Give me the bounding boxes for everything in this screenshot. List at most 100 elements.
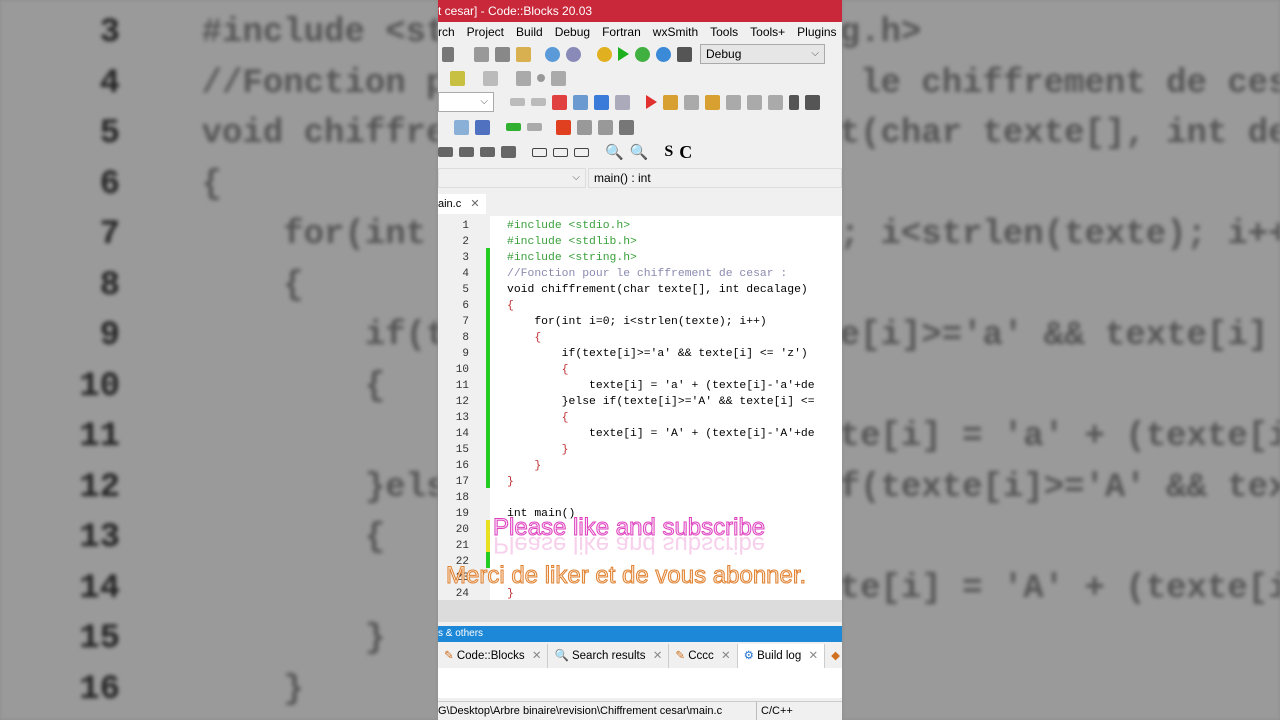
menu-item[interactable]: Fortran (602, 22, 641, 42)
layout-1-icon[interactable] (438, 147, 453, 157)
forward-icon[interactable] (527, 123, 542, 131)
bookmark-flag-icon[interactable] (556, 119, 571, 135)
build-run-icon[interactable] (635, 46, 650, 62)
panel-title: s & others (438, 628, 484, 639)
close-icon[interactable]: ✕ (470, 198, 479, 210)
editor-tab-main[interactable]: ain.c ✕ (438, 194, 486, 214)
run-icon[interactable] (618, 47, 629, 61)
line-number: 6 (462, 300, 469, 312)
line-number: 15 (455, 444, 469, 456)
line-number: 19 (455, 508, 469, 520)
menu-item[interactable]: Debug (555, 22, 590, 42)
menu-item[interactable]: Build (516, 22, 543, 42)
close-icon[interactable]: ✕ (721, 650, 731, 662)
zoom-search-icon[interactable] (454, 119, 469, 135)
paste-icon[interactable] (516, 46, 531, 62)
menu-item[interactable]: Project (467, 22, 504, 42)
wrench-icon[interactable] (483, 70, 498, 86)
blurred-line-number: 4 (99, 64, 120, 103)
horizontal-scrollbar[interactable] (438, 600, 842, 622)
blurred-code-line: 16 } (20, 671, 303, 709)
box-1-icon[interactable] (532, 147, 547, 157)
run-to-cursor-icon[interactable] (663, 94, 678, 110)
find-icon[interactable] (545, 46, 560, 62)
toolbar-main: Debug ⌵ (438, 42, 825, 66)
step-out-icon[interactable] (726, 94, 741, 110)
layout-2-icon[interactable] (459, 147, 474, 157)
rebuild-icon[interactable] (656, 46, 671, 62)
close-icon[interactable]: ✕ (532, 650, 542, 662)
next-bookmark-icon[interactable] (598, 119, 613, 135)
arrow-right-icon[interactable] (531, 98, 546, 106)
copy-icon[interactable] (495, 46, 510, 62)
blurred-line-number: 10 (79, 367, 120, 406)
select-icon[interactable] (573, 94, 588, 110)
menu-item[interactable]: Plugins (797, 22, 836, 42)
tab-label: Search results (571, 650, 646, 662)
panel-tab[interactable]: 🔍 Search results ✕ (548, 644, 670, 668)
stop-debug-icon[interactable] (805, 94, 820, 110)
close-icon[interactable]: ✕ (653, 650, 663, 662)
cut-icon[interactable] (474, 46, 489, 62)
jump-back-icon[interactable] (516, 70, 531, 86)
search-combo[interactable]: ⌵ (438, 92, 494, 112)
logs-tabs: ✎ Code::Blocks ✕ 🔍 Search results ✕ ✎ Cccc… (438, 644, 842, 668)
c-button[interactable]: C (679, 142, 692, 163)
build-gear-icon[interactable] (597, 46, 612, 62)
code-line: 1 #include <stdio.h> (438, 218, 842, 234)
box-3-icon[interactable] (574, 147, 589, 157)
panel-tab[interactable]: ◆ B (825, 644, 842, 668)
blurred-background-right: 3 #include <string.h> 4 //Fonction pour l… (842, 0, 1280, 720)
match-case-icon[interactable] (594, 94, 609, 110)
menu-item[interactable]: Tools+ (750, 22, 785, 42)
code-text: } (507, 476, 514, 488)
layout-4-icon[interactable] (501, 146, 516, 158)
blurred-code-line: 4 //Fonction pour le chiffrement de cesa… (20, 65, 438, 103)
blurred-code-line: 3 #include <string.h> (20, 14, 438, 52)
blurred-code-line: 11 texte[i] = 'a' + (texte[i]-'a'+de (842, 418, 1280, 456)
blurred-line-number: 8 (99, 266, 120, 305)
clear-bookmarks-icon[interactable] (619, 119, 634, 135)
green-back-icon[interactable] (506, 123, 521, 131)
panel-tab[interactable]: ⚙ Build log ✕ (737, 644, 826, 668)
blurred-code-text: for(int i=0; i<strlen(texte); i++) (842, 216, 1280, 254)
s-button[interactable]: S (664, 143, 673, 161)
menu-item[interactable]: Tools (710, 22, 738, 42)
scope-select[interactable]: ⌵ (438, 168, 586, 188)
blurred-code-line: 9 if(texte[i]>='a' && texte[i] <= 'z') (20, 317, 438, 355)
function-select[interactable]: main() : int (588, 168, 842, 188)
menu-item[interactable]: rch (438, 22, 455, 42)
jump-forward-icon[interactable] (551, 70, 566, 86)
prev-bookmark-icon[interactable] (577, 119, 592, 135)
replace-icon[interactable] (566, 46, 581, 62)
code-text: } (507, 444, 569, 456)
build-target-select[interactable]: Debug ⌵ (700, 44, 825, 64)
blurred-code-text: }else if(texte[i]>='A' && texte[i] <= (842, 468, 1280, 507)
line-number: 13 (455, 412, 469, 424)
zoom-in-icon[interactable]: 🔍 (605, 143, 624, 161)
next-line-icon[interactable] (684, 94, 699, 110)
highlight-icon[interactable] (552, 94, 567, 110)
debug-start-icon[interactable] (646, 95, 657, 109)
bookmark-dot-icon[interactable] (537, 74, 545, 82)
panel-tab[interactable]: ✎ Code::Blocks ✕ (438, 644, 549, 668)
regex-icon[interactable] (615, 94, 630, 110)
box-2-icon[interactable] (553, 147, 568, 157)
zoom-out-icon[interactable]: 🔍 (630, 143, 649, 161)
close-icon[interactable]: ✕ (808, 650, 818, 662)
panel-tab[interactable]: ✎ Cccc ✕ (669, 644, 738, 668)
menu-item[interactable]: wxSmith (653, 22, 698, 42)
layout-3-icon[interactable] (480, 147, 495, 157)
redo-icon[interactable] (442, 46, 454, 62)
next-instruction-icon[interactable] (747, 94, 762, 110)
step-into-icon[interactable] (705, 94, 720, 110)
line-number: 1 (462, 220, 469, 232)
settings-wrench-icon[interactable] (475, 119, 490, 135)
blurred-code-text: #include <string.h> (201, 14, 438, 52)
arrow-left-icon[interactable] (510, 98, 525, 106)
pause-icon[interactable] (789, 94, 799, 110)
step-instruction-icon[interactable] (768, 94, 783, 110)
abort-icon[interactable] (677, 46, 692, 62)
blurred-line-number: 14 (79, 569, 120, 608)
help-icon[interactable] (450, 70, 465, 86)
